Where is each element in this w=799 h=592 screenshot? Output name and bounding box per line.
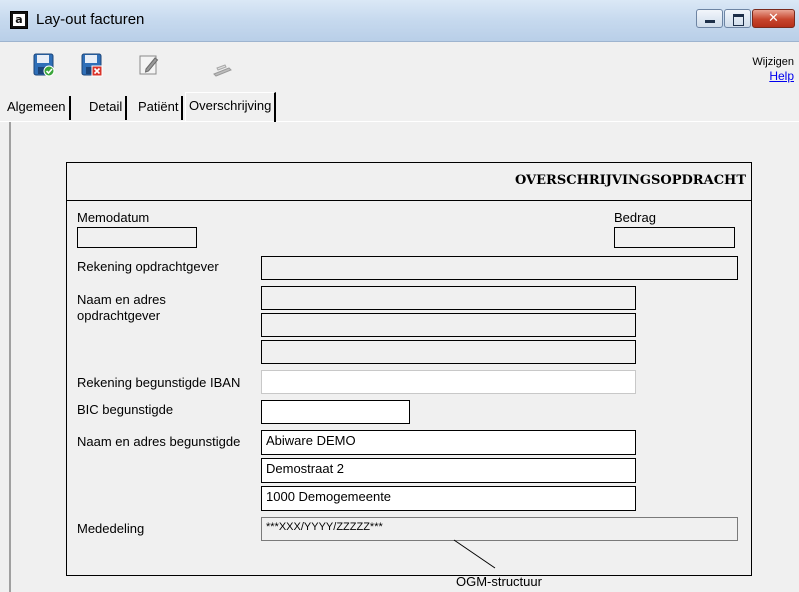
tab-algemeen[interactable]: Algemeen xyxy=(4,96,71,120)
ogm-structure-caption: OGM-structuur xyxy=(456,574,542,589)
toolbar xyxy=(0,43,799,93)
minimize-button[interactable] xyxy=(696,9,723,28)
mededeling-field[interactable]: ***XXX/YYYY/ZZZZZ*** xyxy=(261,517,738,541)
memodatum-label: Memodatum xyxy=(77,210,150,225)
opdrachtgever-line-3[interactable] xyxy=(261,340,636,364)
save-disk-cancel-icon[interactable] xyxy=(81,53,103,77)
tab-detail[interactable]: Detail xyxy=(86,96,128,120)
opdrachtgever-line-2[interactable] xyxy=(261,313,636,337)
save-disk-check-icon[interactable] xyxy=(33,53,55,77)
mededeling-label: Mededeling xyxy=(77,521,145,536)
bedrag-label: Bedrag xyxy=(614,210,656,225)
begunstigde-line-2[interactable]: Demostraat 2 xyxy=(261,458,636,483)
printer-icon[interactable] xyxy=(211,58,233,82)
ogm-leader-line xyxy=(453,539,496,569)
heading-divider xyxy=(66,200,752,201)
maximize-button[interactable] xyxy=(724,9,751,28)
bedrag-field[interactable] xyxy=(614,227,735,248)
window-title: Lay-out facturen xyxy=(36,11,145,28)
mode-label: Wijzigen xyxy=(752,56,794,68)
memodatum-field[interactable] xyxy=(77,227,197,248)
help-link[interactable]: Help xyxy=(769,69,794,83)
app-logo-icon: a xyxy=(10,11,28,29)
begunstigde-line-1[interactable]: Abiware DEMO xyxy=(261,430,636,455)
left-divider xyxy=(9,122,11,592)
bic-begunstigde-label: BIC begunstigde xyxy=(77,402,174,417)
naam-begunstigde-label: Naam en adres begunstigde xyxy=(77,434,241,449)
rekening-begunstigde-label: Rekening begunstigde IBAN xyxy=(77,375,241,390)
bic-begunstigde-field[interactable] xyxy=(261,400,410,424)
opdrachtgever-line-1[interactable] xyxy=(261,286,636,310)
rekening-opdrachtgever-label: Rekening opdrachtgever xyxy=(77,259,219,274)
rekening-opdrachtgever-field[interactable] xyxy=(261,256,738,280)
tab-overschrijving[interactable]: Overschrijving xyxy=(185,92,277,122)
begunstigde-line-3[interactable]: 1000 Demogemeente xyxy=(261,486,636,511)
rekening-begunstigde-field[interactable] xyxy=(261,370,636,394)
edit-pencil-icon[interactable] xyxy=(138,53,160,77)
close-button[interactable] xyxy=(752,9,795,28)
naam-opdrachtgever-label: Naam en adres opdrachtgever xyxy=(77,292,166,323)
form-heading: OVERSCHRIJVINGSOPDRACHT xyxy=(514,173,746,188)
tab-patient[interactable]: Patiënt xyxy=(135,96,184,120)
tab-strip-divider xyxy=(0,121,799,122)
